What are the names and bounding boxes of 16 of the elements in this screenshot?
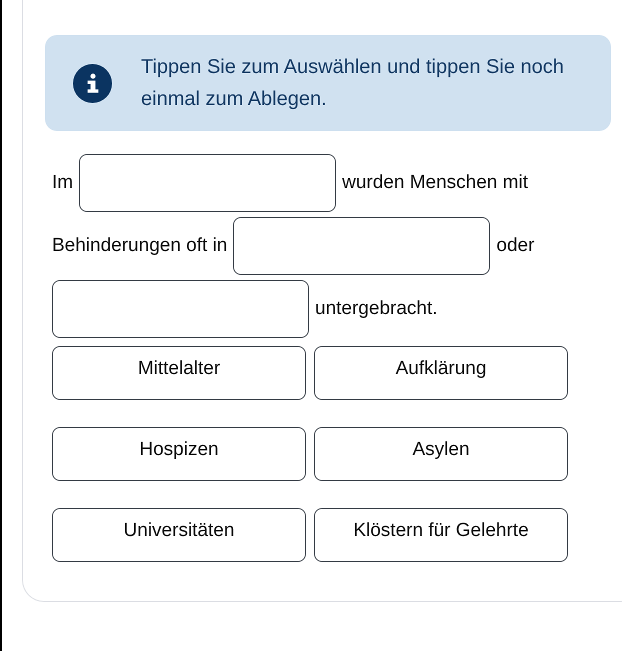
answer-option[interactable]: Asylen: [314, 427, 568, 481]
answer-option[interactable]: Aufklärung: [314, 346, 568, 400]
info-icon: [73, 64, 112, 102]
drop-slot[interactable]: [233, 217, 490, 275]
drop-slot[interactable]: [79, 154, 336, 212]
sentence-text: Im: [52, 172, 74, 194]
sentence-text: untergebracht.: [315, 298, 438, 320]
sentence-text: Behinderungen oft in: [52, 235, 228, 257]
answer-option[interactable]: Mittelalter: [52, 346, 306, 400]
sentence-text: oder: [496, 235, 534, 257]
answer-option[interactable]: Universitäten: [52, 508, 306, 562]
answer-option[interactable]: Hospizen: [52, 427, 306, 481]
hint-text: Tippen Sie zum Auswählen und tippen Sie noch einmal zum Ablegen.: [141, 55, 565, 112]
answer-option[interactable]: Klöstern für Gelehrte: [314, 508, 568, 562]
sentence-text: wurden Menschen mit: [342, 172, 528, 194]
drop-slot[interactable]: [52, 280, 309, 338]
